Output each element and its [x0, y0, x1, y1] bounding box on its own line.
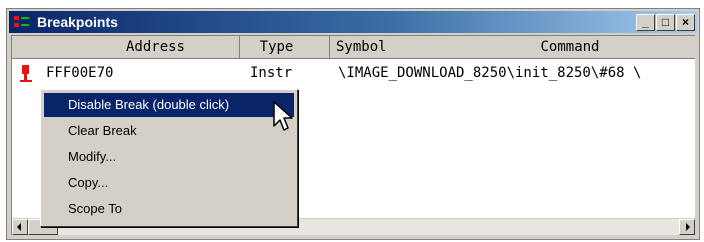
column-header-type[interactable]: Type [240, 36, 330, 58]
breakpoint-marker-icon [20, 65, 32, 82]
menu-item-copy[interactable]: Copy... [44, 171, 294, 195]
breakpoint-address: FFF00E70 [46, 65, 114, 81]
menu-item-clear-break[interactable]: Clear Break [44, 119, 294, 143]
title-bar[interactable]: Breakpoints _ □ × [9, 11, 697, 33]
minimize-button[interactable]: _ [636, 14, 655, 31]
column-header-command[interactable]: Command [500, 36, 695, 58]
column-header-address[interactable]: Address [12, 36, 240, 58]
scroll-right-button[interactable] [679, 219, 695, 235]
menu-item-disable-break[interactable]: Disable Break (double click) [44, 93, 294, 117]
breakpoint-type: Instr [250, 65, 293, 81]
column-header: Address Type Symbol Command [12, 36, 695, 59]
arrow-left-icon [17, 223, 21, 231]
window-title: Breakpoints [37, 14, 118, 30]
arrow-right-icon [686, 223, 690, 231]
close-icon: × [681, 15, 689, 29]
breakpoints-window-icon [14, 16, 29, 27]
close-button[interactable]: × [676, 14, 695, 31]
scroll-left-button[interactable] [12, 219, 28, 235]
maximize-button[interactable]: □ [656, 14, 675, 31]
mouse-pointer-icon [273, 101, 293, 131]
menu-item-modify[interactable]: Modify... [44, 145, 294, 169]
column-header-symbol[interactable]: Symbol [330, 36, 500, 58]
maximize-icon: □ [661, 15, 670, 29]
menu-item-scope-to[interactable]: Scope To [44, 197, 294, 221]
breakpoint-symbol: \IMAGE_DOWNLOAD_8250\init_8250\#68 \ [338, 65, 642, 81]
minimize-icon: _ [642, 15, 649, 29]
context-menu: Disable Break (double click) Clear Break… [40, 89, 298, 227]
breakpoint-row[interactable]: FFF00E70 Instr \IMAGE_DOWNLOAD_8250\init… [12, 62, 695, 84]
